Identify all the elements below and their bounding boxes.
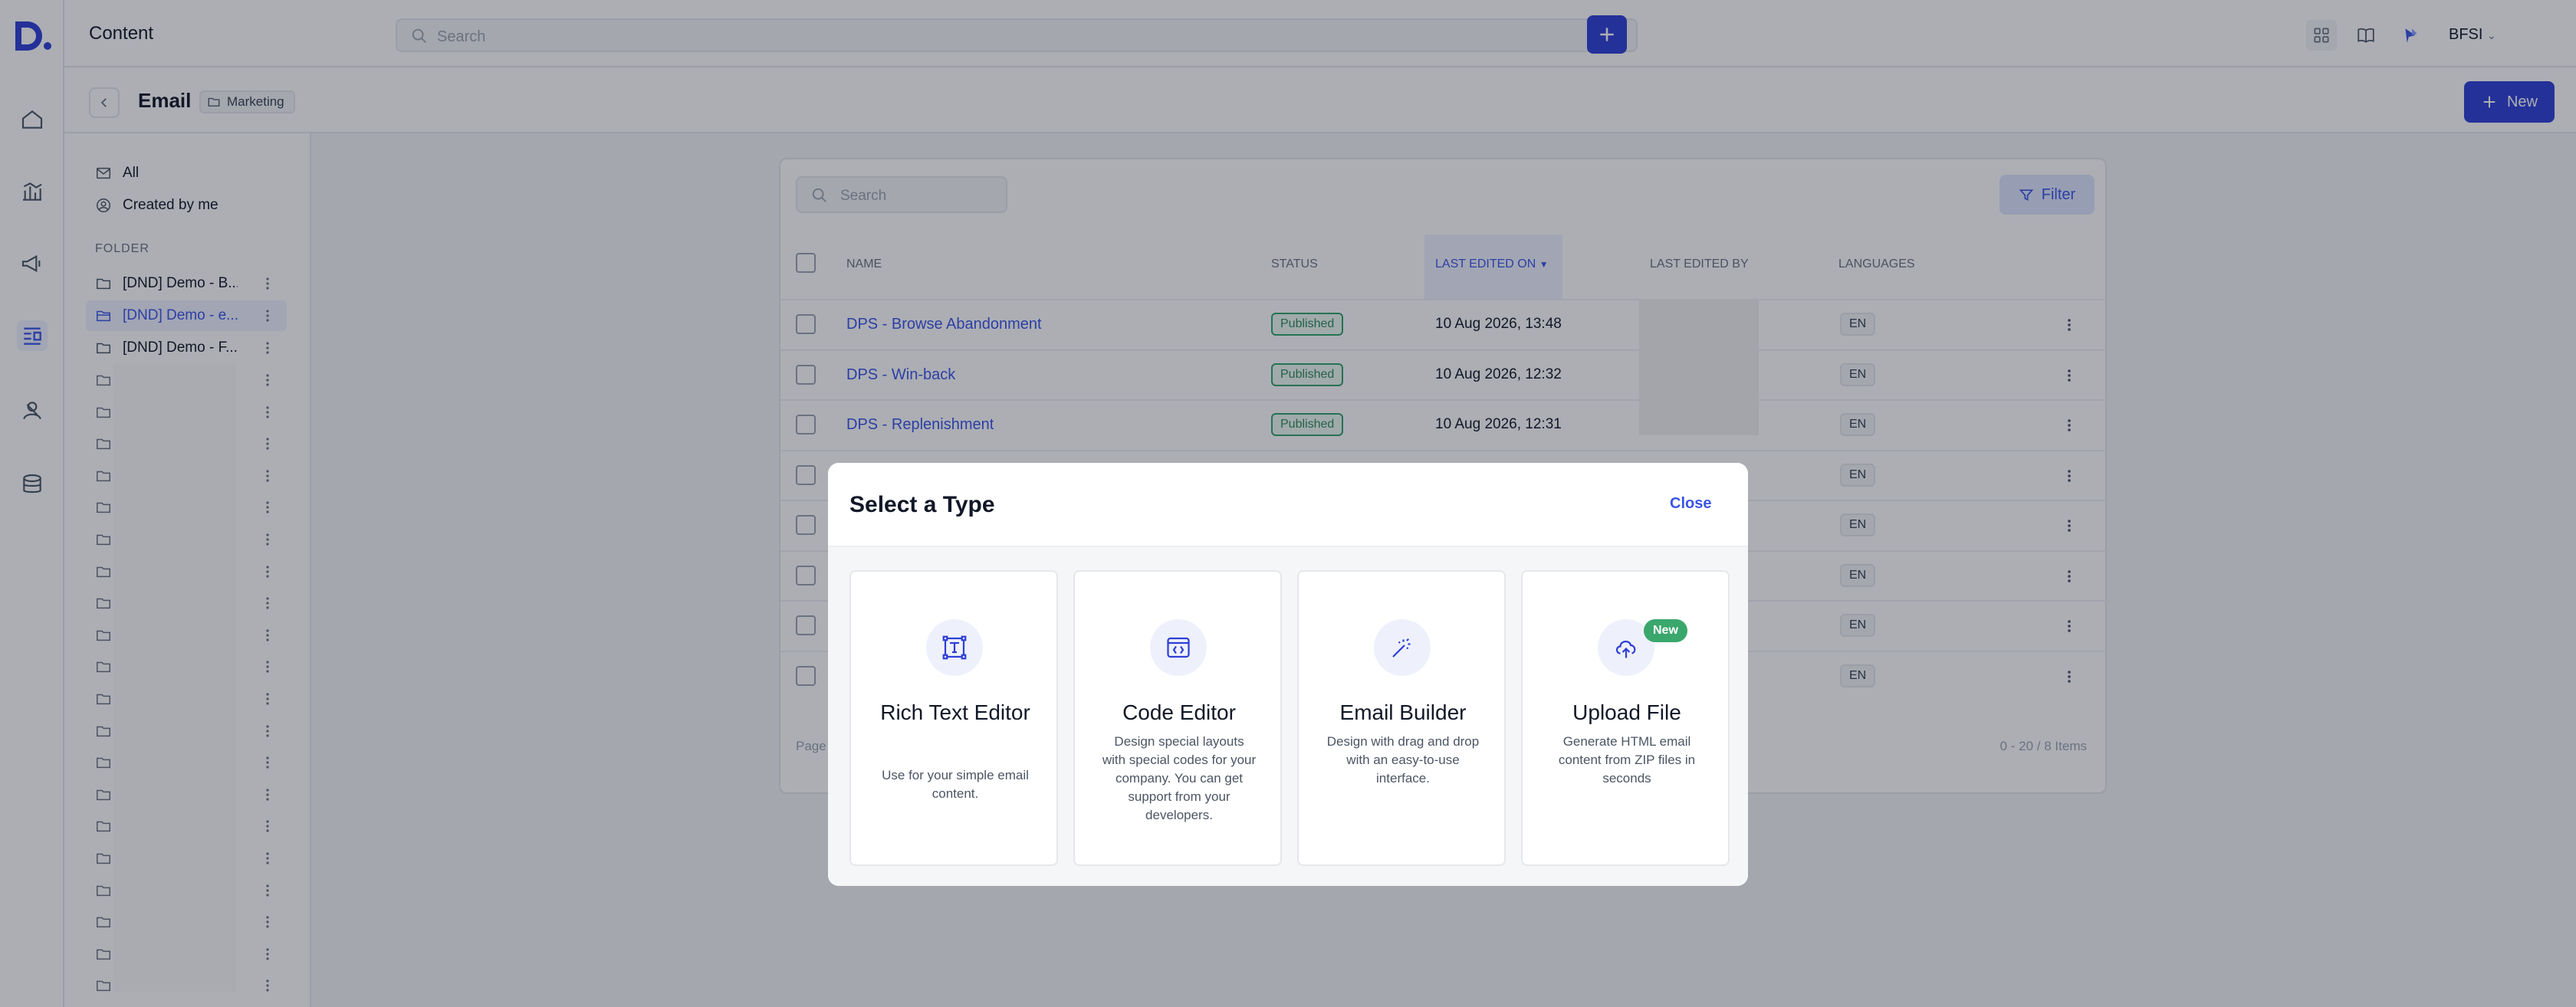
type-title: Rich Text Editor (880, 700, 1030, 724)
code-window-icon (1150, 619, 1207, 676)
type-card-email-builder[interactable]: Email Builder Design with drag and drop … (1297, 570, 1506, 866)
text-frame-icon (926, 619, 983, 676)
new-badge: New (1644, 619, 1687, 642)
select-type-dialog: Select a Type Close Rich Text Editor Use… (828, 463, 1748, 886)
dialog-body: Rich Text Editor Use for your simple ema… (828, 547, 1748, 886)
dialog-header: Select a Type Close (828, 463, 1748, 547)
type-title: Upload File (1572, 700, 1681, 724)
type-card-code-editor[interactable]: Code Editor Design special layouts with … (1073, 570, 1282, 866)
type-description: Generate HTML email content from ZIP fil… (1558, 734, 1696, 786)
close-button[interactable]: Close (1670, 495, 1711, 513)
magic-wand-icon (1374, 619, 1431, 676)
type-title: Email Builder (1339, 700, 1467, 724)
dialog-title: Select a Type (849, 492, 995, 517)
type-description: Use for your simple email content. (882, 768, 1029, 801)
type-description: Design with drag and drop with an easy-t… (1326, 734, 1480, 786)
type-description: Design special layouts with special code… (1102, 734, 1257, 822)
type-title: Code Editor (1122, 700, 1236, 724)
type-card-upload-file[interactable]: New Upload File Generate HTML email cont… (1521, 570, 1730, 866)
type-card-rich-text[interactable]: Rich Text Editor Use for your simple ema… (849, 570, 1058, 866)
